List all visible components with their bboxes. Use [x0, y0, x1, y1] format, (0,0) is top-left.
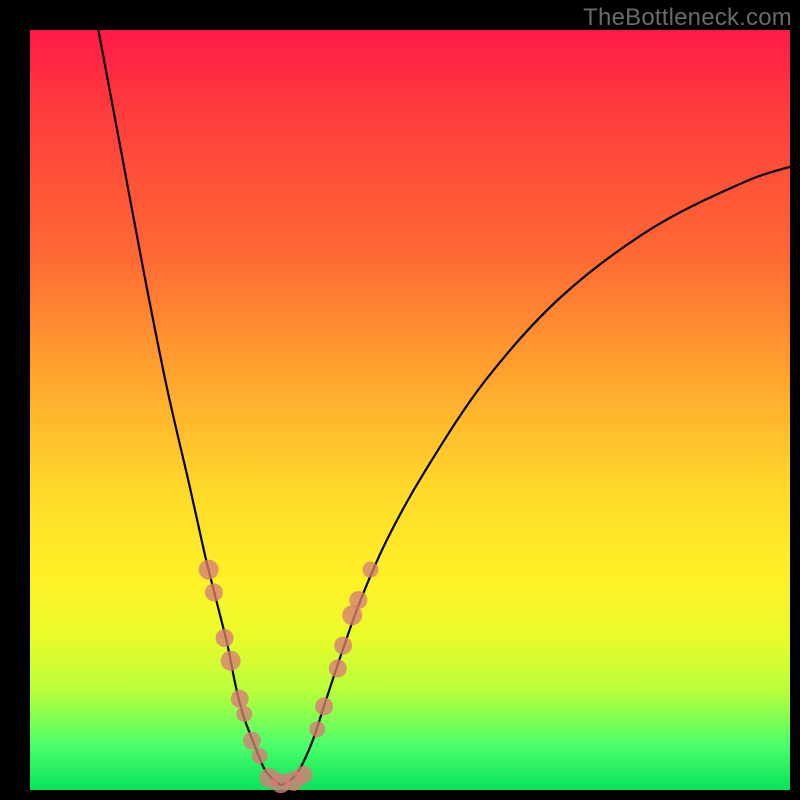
chart-svg	[30, 30, 790, 790]
marker-left-3	[221, 651, 241, 671]
outer-frame: TheBottleneck.com	[0, 0, 800, 800]
marker-left-0	[199, 560, 219, 580]
data-markers	[199, 560, 379, 794]
marker-right-2	[329, 659, 347, 677]
marker-right-1	[315, 697, 333, 715]
marker-right-0	[309, 721, 325, 737]
marker-left-5	[236, 706, 252, 722]
marker-right-6	[362, 562, 378, 578]
marker-bottom-3	[295, 766, 313, 784]
watermark-text: TheBottleneck.com	[583, 4, 792, 32]
curve-left-branch	[98, 30, 280, 785]
marker-right-5	[349, 591, 367, 609]
marker-right-3	[334, 637, 352, 655]
marker-left-2	[216, 629, 234, 647]
marker-left-4	[231, 690, 249, 708]
marker-left-7	[252, 748, 268, 764]
curve-right-branch	[281, 167, 790, 786]
marker-left-6	[243, 732, 261, 750]
marker-left-1	[205, 583, 223, 601]
plot-area	[30, 30, 790, 790]
